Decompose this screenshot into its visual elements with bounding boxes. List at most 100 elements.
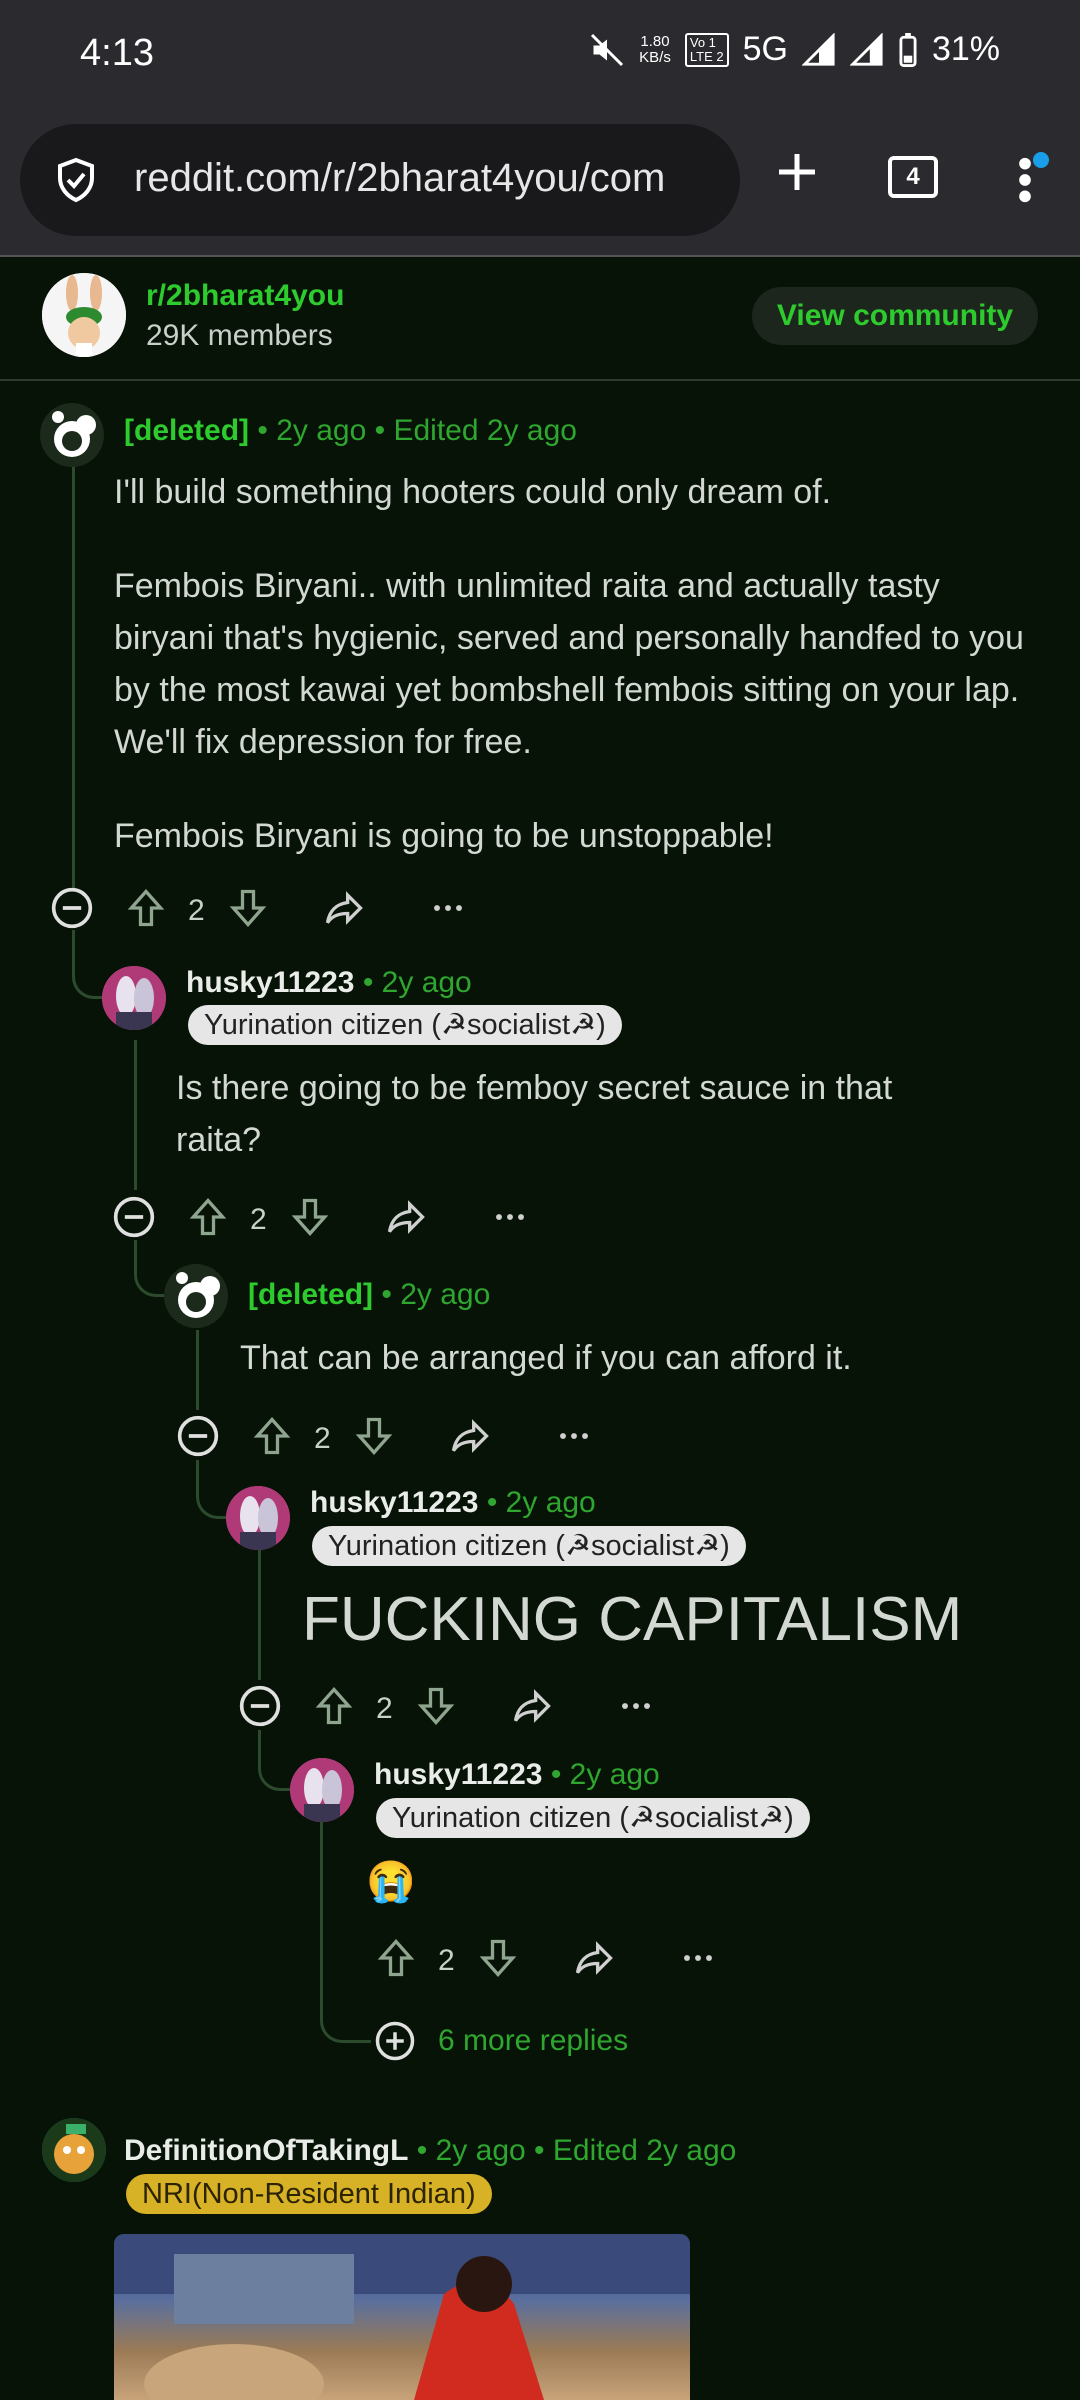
share-icon[interactable]: [384, 1195, 428, 1239]
comment-meta: husky11223 • 2y ago: [310, 1486, 596, 1519]
comment-meta: husky11223 • 2y ago: [186, 966, 472, 999]
status-icons: 1.80 KB/s Vo 1 LTE 2 5G 31%: [589, 30, 1000, 69]
community-avatar[interactable]: [42, 273, 126, 357]
expand-icon[interactable]: [374, 2020, 416, 2062]
avatar[interactable]: [164, 1264, 228, 1328]
avatar[interactable]: [102, 966, 166, 1030]
share-icon[interactable]: [510, 1684, 554, 1728]
share-icon[interactable]: [572, 1936, 616, 1980]
vote-score: 2: [250, 1203, 267, 1236]
community-members: 29K members: [146, 319, 333, 352]
comment-author[interactable]: husky11223: [310, 1486, 478, 1519]
community-header: r/2bharat4you 29K members View community: [0, 257, 1080, 381]
vote-score: 2: [188, 894, 205, 927]
comment-body: I'll build something hooters could only …: [114, 466, 1034, 904]
network-speed: 1.80 KB/s: [639, 32, 671, 66]
comment-time: 2y ago: [400, 1278, 491, 1311]
comment-time: 2y ago: [381, 966, 472, 999]
notification-dot: [1033, 152, 1049, 168]
comment-meta: husky11223 • 2y ago: [374, 1758, 660, 1791]
comment-time: 2y ago: [505, 1486, 596, 1519]
comment-edited: Edited 2y ago: [393, 414, 577, 447]
mute-icon: [591, 33, 624, 66]
comment-body: FUCKING CAPITALISM: [302, 1585, 963, 1654]
view-community-button[interactable]: View community: [752, 287, 1038, 345]
url-text[interactable]: reddit.com/r/2bharat4you/com: [134, 156, 724, 201]
comment-meta: [deleted] • 2y ago • Edited 2y ago: [124, 414, 577, 447]
vote-score: 2: [376, 1692, 393, 1725]
vote-score: 2: [438, 1944, 455, 1977]
more-options-icon[interactable]: [614, 1684, 658, 1728]
user-flair: Yurination citizen (☭socialist☭): [312, 1526, 746, 1566]
comment-body: 😭: [366, 1860, 416, 1904]
more-replies-link[interactable]: 6 more replies: [438, 2024, 628, 2058]
address-bar[interactable]: reddit.com/r/2bharat4you/com: [20, 124, 740, 236]
share-icon[interactable]: [322, 886, 366, 930]
comment-actions: 2: [374, 1936, 734, 1992]
downvote-icon[interactable]: [288, 1195, 332, 1239]
share-icon[interactable]: [448, 1414, 492, 1458]
thread-line: [196, 1330, 199, 1410]
thread-line: [72, 450, 75, 890]
comment-edited: Edited 2y ago: [552, 2134, 737, 2167]
upvote-icon[interactable]: [374, 1936, 418, 1980]
downvote-icon[interactable]: [414, 1684, 458, 1728]
upvote-icon[interactable]: [186, 1195, 230, 1239]
comment-author[interactable]: [deleted]: [124, 414, 249, 447]
collapse-icon[interactable]: [238, 1684, 282, 1728]
comment-time: 2y ago: [569, 1758, 660, 1791]
thread-connector: [320, 2000, 371, 2043]
collapse-icon[interactable]: [112, 1195, 156, 1239]
collapse-icon[interactable]: [50, 886, 94, 930]
comment-image[interactable]: [114, 2234, 690, 2400]
comment-time: 2y ago: [435, 2134, 526, 2167]
comment-author[interactable]: [deleted]: [248, 1278, 373, 1311]
comment-author[interactable]: husky11223: [374, 1758, 542, 1791]
comment-actions: 2: [50, 886, 470, 942]
more-options-icon[interactable]: [676, 1936, 720, 1980]
comment-paragraph: Fembois Biryani.. with unlimited raita a…: [114, 567, 1024, 761]
browser-toolbar: reddit.com/r/2bharat4you/com 4: [0, 110, 1080, 257]
thread-line: [320, 1820, 323, 2000]
vote-score: 2: [314, 1422, 331, 1455]
collapse-icon[interactable]: [176, 1414, 220, 1458]
thread-line: [134, 1040, 137, 1190]
signal-icon: [801, 32, 835, 66]
avatar[interactable]: [42, 2118, 106, 2182]
comment-meta: [deleted] • 2y ago: [248, 1278, 491, 1311]
comment-actions: 2: [176, 1414, 596, 1470]
more-options-icon[interactable]: [426, 886, 470, 930]
shield-check-icon[interactable]: [52, 156, 100, 204]
tab-switcher-button[interactable]: 4: [888, 156, 938, 198]
user-flair: Yurination citizen (☭socialist☭): [188, 1005, 622, 1045]
community-name[interactable]: r/2bharat4you: [146, 279, 344, 313]
comment-meta: DefinitionOfTakingL • 2y ago • Edited 2y…: [124, 2134, 737, 2167]
signal-icon: [849, 32, 883, 66]
battery-level: 31%: [931, 30, 1000, 68]
upvote-icon[interactable]: [312, 1684, 356, 1728]
avatar[interactable]: [290, 1758, 354, 1822]
comment-paragraph: Fembois Biryani is going to be unstoppab…: [114, 817, 774, 855]
comment-body: Is there going to be femboy secret sauce…: [176, 1069, 893, 1159]
upvote-icon[interactable]: [250, 1414, 294, 1458]
user-flair: NRI(Non-Resident Indian): [126, 2174, 492, 2214]
battery-icon: [899, 32, 917, 67]
comment-time: 2y ago: [276, 414, 367, 447]
new-tab-icon[interactable]: [773, 148, 821, 196]
more-options-icon[interactable]: [488, 1195, 532, 1239]
downvote-icon[interactable]: [476, 1936, 520, 1980]
downvote-icon[interactable]: [226, 886, 270, 930]
comment-actions: 2: [238, 1684, 658, 1740]
upvote-icon[interactable]: [124, 886, 168, 930]
comment-paragraph: I'll build something hooters could only …: [114, 473, 832, 511]
comment-body: That can be arranged if you can afford i…: [240, 1339, 852, 1377]
avatar[interactable]: [226, 1486, 290, 1550]
user-flair: Yurination citizen (☭socialist☭): [376, 1798, 810, 1838]
comment-author[interactable]: husky11223: [186, 966, 354, 999]
more-options-icon[interactable]: [552, 1414, 596, 1458]
downvote-icon[interactable]: [352, 1414, 396, 1458]
comment-author[interactable]: DefinitionOfTakingL: [124, 2134, 408, 2167]
status-time: 4:13: [80, 32, 154, 74]
avatar[interactable]: [40, 403, 104, 467]
volte-badge: Vo 1 LTE 2: [684, 32, 729, 67]
